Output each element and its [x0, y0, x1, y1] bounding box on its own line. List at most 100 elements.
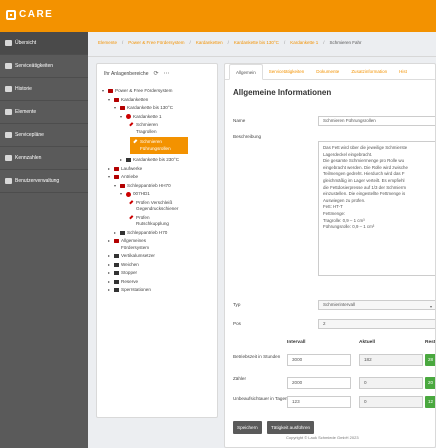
execute-task-button[interactable]: Tätigkeit ausführen	[267, 421, 315, 434]
tree-node[interactable]: ▸ Allgemeines Fördersystem	[102, 238, 216, 251]
home-icon	[5, 40, 12, 46]
chevron-down-icon: ▾	[429, 304, 432, 309]
wrench-icon	[129, 214, 135, 221]
detail-panel: Allgemein Servicetätigkeiten Dokumente Z…	[224, 63, 436, 448]
row-label-operating-hours: Betriebszeit in Stunden	[233, 354, 281, 359]
tree-node[interactable]: Prüfen Rutschkupplung	[102, 215, 216, 228]
expand-icon[interactable]: ▾	[108, 97, 112, 104]
expand-icon[interactable]: ▸	[108, 262, 112, 269]
layers-icon	[5, 109, 12, 115]
wrench-icon	[133, 139, 139, 145]
expand-icon[interactable]: ▸	[120, 157, 124, 164]
breadcrumb-separator: /	[227, 40, 229, 45]
column-header-interval: Intervall	[287, 340, 306, 345]
folder-icon	[114, 254, 119, 258]
tree-node-label: Weichen	[121, 261, 139, 267]
breadcrumb-item[interactable]: Kardanketten	[196, 40, 223, 50]
tree-node[interactable]: ▸ Vertikalumsetzer	[102, 253, 216, 260]
tree-node[interactable]: ▾ Antriebe	[102, 174, 216, 181]
tree-node-label: Schleppantrieb H70	[127, 229, 168, 235]
folder-icon	[108, 89, 113, 93]
sidebar-item-elemente[interactable]: Elemente	[0, 101, 88, 124]
tree-node[interactable]: ▸ Weichen	[102, 262, 216, 269]
tab-dokumente[interactable]: Dokumente	[310, 64, 345, 80]
expand-icon[interactable]: ▸	[114, 230, 118, 237]
breadcrumb-item[interactable]: Elemente	[98, 40, 117, 50]
expand-icon[interactable]: ▸	[108, 270, 112, 277]
expand-icon[interactable]: ▸	[108, 166, 112, 173]
sidebar-item-serviceplaene[interactable]: Servicepläne	[0, 124, 88, 147]
tab-servicetaetigkeiten[interactable]: Servicetätigkeiten	[263, 64, 311, 80]
breadcrumb-separator: /	[122, 40, 124, 45]
tree-node[interactable]: ▾ Power & Free Fördersystem	[102, 88, 216, 95]
tree-node-label: Schleppantrieb HH70	[127, 182, 171, 188]
tree-node[interactable]: ▸ Kardankette bis 230°C	[102, 157, 216, 164]
name-field[interactable]: Schmieren Führungsrollen	[318, 116, 435, 126]
expand-icon[interactable]: ▾	[114, 105, 118, 112]
tab-allgemein[interactable]: Allgemein	[229, 64, 263, 80]
sidebar-item-servicetaetigkeiten[interactable]: Serviceätigkeiten	[0, 55, 88, 78]
sidebar-item-label: Übersicht	[15, 40, 37, 46]
expand-icon[interactable]: ▸	[108, 287, 112, 294]
logo-text: CARE	[19, 9, 54, 20]
tab-historie[interactable]: Hist	[393, 64, 413, 80]
interval-hours-input[interactable]: 3000	[287, 354, 351, 366]
tree-node[interactable]: ▾ 007HD1	[102, 191, 216, 198]
folder-icon	[114, 271, 119, 275]
tree-node-label: Antriebe	[121, 174, 139, 179]
current-days-value: 0	[359, 396, 423, 408]
expand-icon[interactable]: ▸	[108, 253, 112, 260]
description-line: Auswiegen zu prüfen.	[323, 197, 366, 203]
tab-zusatzinformation[interactable]: Zusatzinformation	[345, 64, 393, 80]
expand-icon[interactable]: ▸	[108, 279, 112, 286]
tree-node-label: 007HD1	[133, 191, 150, 196]
tree-node[interactable]: ▾ Kardankette 1	[102, 114, 216, 121]
folder-icon	[120, 106, 125, 110]
pos-field[interactable]: 2	[318, 319, 435, 329]
refresh-icon[interactable]: ⟳	[153, 70, 158, 77]
tree-node[interactable]: Schmieren Tragrollen	[102, 122, 216, 135]
tree-node[interactable]: ▾ Kardanketten	[102, 97, 216, 104]
interval-days-input[interactable]: 123	[287, 396, 351, 408]
folder-icon	[126, 158, 131, 162]
expand-icon[interactable]: ▾	[120, 114, 124, 121]
folder-icon	[114, 175, 119, 179]
description-line: Das Fett wird über die jeweilige Schmier…	[323, 145, 408, 150]
tree-node[interactable]: ▸ Stopper	[102, 270, 216, 277]
more-icon[interactable]: ⋯	[164, 70, 170, 77]
sidebar-item-benutzerverwaltung[interactable]: Benutzerverwaltung	[0, 170, 88, 193]
breadcrumb-item[interactable]: Power & Free Fördersystem	[128, 40, 184, 50]
expand-icon[interactable]: ▸	[108, 238, 112, 245]
tree-node[interactable]: ▸ Laufwerke	[102, 166, 216, 173]
breadcrumb-item[interactable]: Kardankette 1	[290, 40, 318, 50]
wrench-icon	[129, 199, 135, 206]
tree-node[interactable]: ▸ Reserve	[102, 279, 216, 286]
sidebar-item-uebersicht[interactable]: Übersicht	[0, 32, 88, 55]
tree-node[interactable]: ▸ Sperrstationen	[102, 287, 216, 294]
tree-node[interactable]: Prüfen Verschleiß Gegendruckschiener	[102, 200, 216, 213]
description-textarea[interactable]: Das Fett wird über die jeweilige Schmier…	[318, 141, 435, 276]
sidebar-item-historie[interactable]: Historie	[0, 78, 88, 101]
expand-icon[interactable]: ▾	[108, 174, 112, 181]
wrench-icon	[129, 122, 135, 128]
app-logo[interactable]: CARE	[6, 9, 53, 20]
history-icon	[5, 86, 12, 92]
interval-counter-input[interactable]: 2000	[287, 377, 351, 389]
expand-icon[interactable]: ▾	[120, 191, 124, 198]
description-line: gleichmäßig im Lager verteilt. Es empfie…	[323, 177, 405, 183]
tree-node[interactable]: ▸ Schleppantrieb H70	[102, 230, 216, 237]
breadcrumb-item[interactable]: Kardankette bis 130°C	[234, 40, 279, 50]
tree-node[interactable]: ▾ Schleppantrieb HH70	[102, 183, 216, 190]
tree-node[interactable]: ▾ Kardankette bis 130°C	[102, 105, 216, 112]
folder-icon	[114, 288, 119, 292]
save-button[interactable]: Speichern	[233, 421, 262, 434]
tree-node-label: Prüfen Rutschkupplung	[136, 214, 169, 227]
description-line: eingebracht werden. Die Rolle wird zwisc…	[323, 164, 408, 170]
gear-icon	[126, 191, 131, 197]
folder-icon	[114, 97, 119, 102]
type-select[interactable]: Schmierintervall ▾	[318, 300, 435, 310]
expand-icon[interactable]: ▾	[102, 88, 106, 95]
sidebar-item-kennzahlen[interactable]: Kennzahlen	[0, 147, 88, 170]
tree-node-selected[interactable]: Schmieren Führungsrollen	[130, 137, 188, 154]
expand-icon[interactable]: ▾	[114, 183, 118, 190]
